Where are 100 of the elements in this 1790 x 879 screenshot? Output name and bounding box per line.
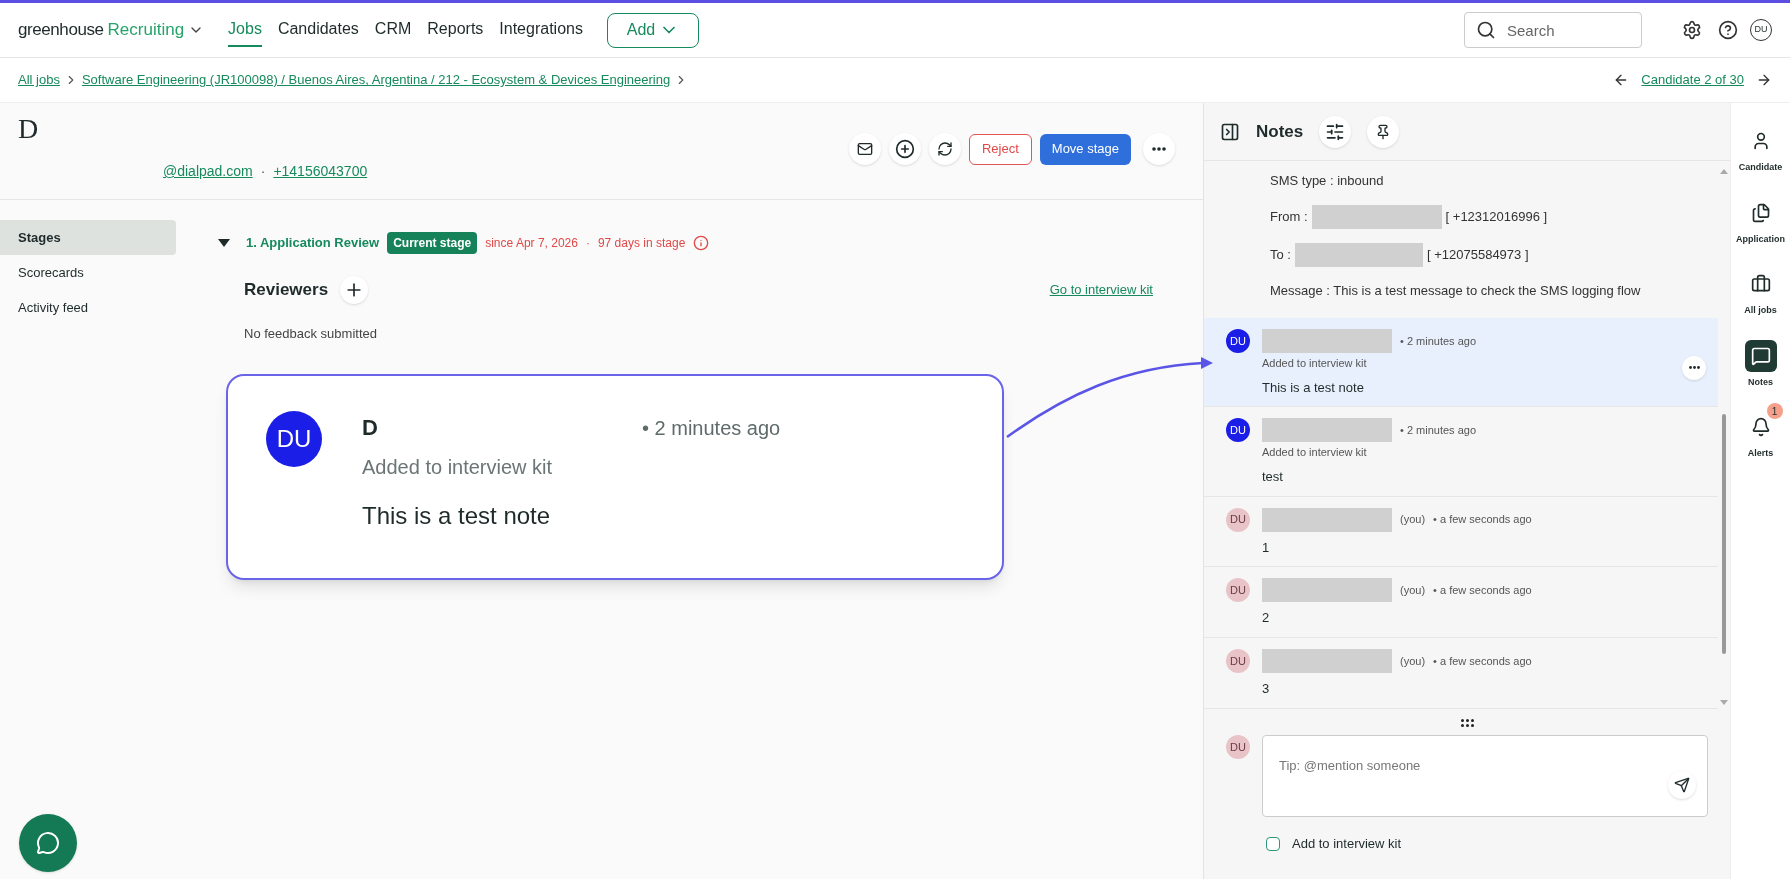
nav-tab[interactable]: CRM — [374, 13, 412, 47]
brand-logo[interactable]: greenhouse — [18, 17, 104, 43]
note-item[interactable]: DU • 2 minutes ago Added to interview kit test — [1204, 407, 1718, 497]
drag-handle-icon[interactable] — [1460, 719, 1474, 727]
chat-bubble-icon — [1750, 345, 1771, 366]
from-label: From : — [1270, 207, 1308, 226]
days-in-stage: 97 days in stage — [597, 235, 686, 252]
refresh-icon — [936, 141, 953, 157]
reject-button[interactable]: Reject — [968, 133, 1032, 165]
plus-circle-icon — [894, 139, 915, 159]
breadcrumb-link[interactable]: Software Engineering (JR100098) / Buenos Aires, Argentina / 212 - Ecosystem & Devices Engineering — [81, 70, 671, 90]
help-icon[interactable] — [1718, 20, 1738, 40]
mail-icon — [856, 141, 873, 157]
you-label: (you) — [1400, 512, 1426, 528]
more-icon — [1152, 147, 1166, 151]
avatar: DU — [1226, 507, 1250, 532]
sms-type: SMS type : inbound — [1270, 172, 1385, 190]
alert-count-badge: 1 — [1766, 403, 1783, 419]
sidebar-item[interactable]: Activity feed — [0, 290, 176, 325]
add-button[interactable]: Add — [606, 12, 699, 48]
note-time: • a few seconds ago — [1433, 512, 1532, 528]
candidate-name: D — [18, 115, 40, 143]
panel-title: Notes — [1256, 120, 1304, 143]
email-link[interactable]: @dialpad.com — [163, 161, 253, 182]
rail-item[interactable]: Candidate — [1732, 117, 1789, 175]
rail-item[interactable]: Notes — [1732, 331, 1789, 389]
refresh-button[interactable] — [928, 133, 961, 165]
send-icon — [1674, 777, 1690, 793]
note-input-field[interactable]: Tip: @mention someone — [1262, 735, 1708, 817]
email-button[interactable] — [848, 133, 881, 165]
filter-button[interactable] — [1319, 115, 1352, 148]
sms-message: Message : This is a test message to check the SMS logging flow — [1270, 281, 1642, 300]
note-time: • 2 minutes ago — [1400, 333, 1476, 349]
note-body: 3 — [1262, 680, 1271, 699]
note-item[interactable]: DU (you) • a few seconds ago 2 — [1204, 567, 1718, 639]
search-field[interactable]: Search — [1464, 12, 1642, 48]
note-item[interactable]: DU (you) • a few seconds ago 1 — [1204, 496, 1718, 568]
scrollbar-thumb[interactable] — [1722, 414, 1726, 654]
nav-tab[interactable]: Jobs — [228, 13, 262, 47]
collapse-panel-icon[interactable] — [1220, 121, 1240, 142]
candidate-counter-link[interactable]: Candidate 2 of 30 — [1641, 70, 1744, 90]
search-icon — [1476, 20, 1496, 40]
note-body: 1 — [1262, 538, 1271, 557]
collapse-triangle-icon[interactable] — [218, 239, 230, 247]
interview-kit-link[interactable]: Go to interview kit — [1049, 280, 1153, 300]
note-item[interactable]: DU (you) • a few seconds ago 3 — [1204, 638, 1718, 709]
chat-icon — [36, 831, 60, 855]
note-time: • 2 minutes ago — [1400, 423, 1476, 439]
add-reviewer-button[interactable] — [340, 276, 369, 304]
note-item[interactable]: DU • 2 minutes ago Added to interview kit This is a test note — [1204, 318, 1718, 408]
move-stage-button[interactable]: Move stage — [1039, 133, 1131, 165]
you-label: (you) — [1400, 583, 1426, 599]
note-body: test — [1262, 467, 1284, 486]
note-subtitle: Added to interview kit — [1262, 445, 1368, 461]
separator-dot: · — [260, 162, 266, 181]
note-body: 2 — [1262, 609, 1271, 628]
avatar: DU — [1226, 578, 1250, 603]
phone-link[interactable]: +14156043700 — [273, 161, 368, 182]
bell-icon — [1750, 417, 1771, 437]
nav-tab[interactable]: Candidates — [277, 13, 359, 47]
empty-feedback-text: No feedback submitted — [243, 325, 378, 343]
nav-tab[interactable]: Reports — [427, 13, 484, 47]
rail-item[interactable]: Application — [1732, 188, 1789, 246]
avatar: DU — [1226, 735, 1250, 759]
callout-time: • 2 minutes ago — [642, 416, 781, 441]
current-stage-badge: Current stage — [387, 232, 478, 254]
sidebar-item[interactable]: Scorecards — [0, 255, 176, 290]
avatar: DU — [1226, 418, 1250, 443]
note-time: • a few seconds ago — [1433, 583, 1532, 599]
breadcrumb-link[interactable]: All jobs — [18, 70, 60, 90]
callout-body: This is a test note — [362, 501, 552, 531]
briefcase-icon — [1750, 274, 1771, 294]
filter-icon — [1325, 121, 1346, 142]
more-button[interactable] — [1143, 133, 1175, 165]
chat-button[interactable] — [19, 814, 77, 872]
avatar: DU — [266, 411, 322, 467]
rail-item[interactable]: All jobs — [1732, 260, 1789, 318]
callout-author: D — [362, 414, 379, 442]
info-icon[interactable] — [693, 235, 710, 251]
rail-item[interactable]: 1 Alerts — [1732, 403, 1789, 461]
avatar: DU — [1226, 329, 1250, 353]
settings-icon[interactable] — [1682, 20, 1702, 40]
stage-since: since Apr 7, 2026 — [485, 235, 578, 252]
more-button[interactable] — [1682, 355, 1706, 380]
note-time: • a few seconds ago — [1433, 653, 1532, 669]
note-body: This is a test note — [1262, 378, 1365, 397]
callout-subtitle: Added to interview kit — [362, 455, 554, 480]
to-label: To : — [1270, 245, 1291, 264]
add-button[interactable] — [888, 133, 921, 165]
stage-name[interactable]: 1. Application Review — [246, 233, 380, 253]
to-number: [ +12075584973 ] — [1426, 245, 1529, 264]
checkbox-label: Add to interview kit — [1292, 835, 1402, 853]
sidebar-item[interactable]: Stages — [0, 220, 176, 255]
next-arrow-icon[interactable] — [1756, 72, 1772, 88]
reviewers-heading: Reviewers — [244, 279, 329, 302]
separator-dot: · — [585, 235, 590, 252]
pin-button[interactable] — [1367, 115, 1400, 148]
checkbox[interactable] — [1266, 836, 1280, 851]
nav-tab[interactable]: Integrations — [499, 13, 583, 47]
you-label: (you) — [1400, 653, 1426, 669]
